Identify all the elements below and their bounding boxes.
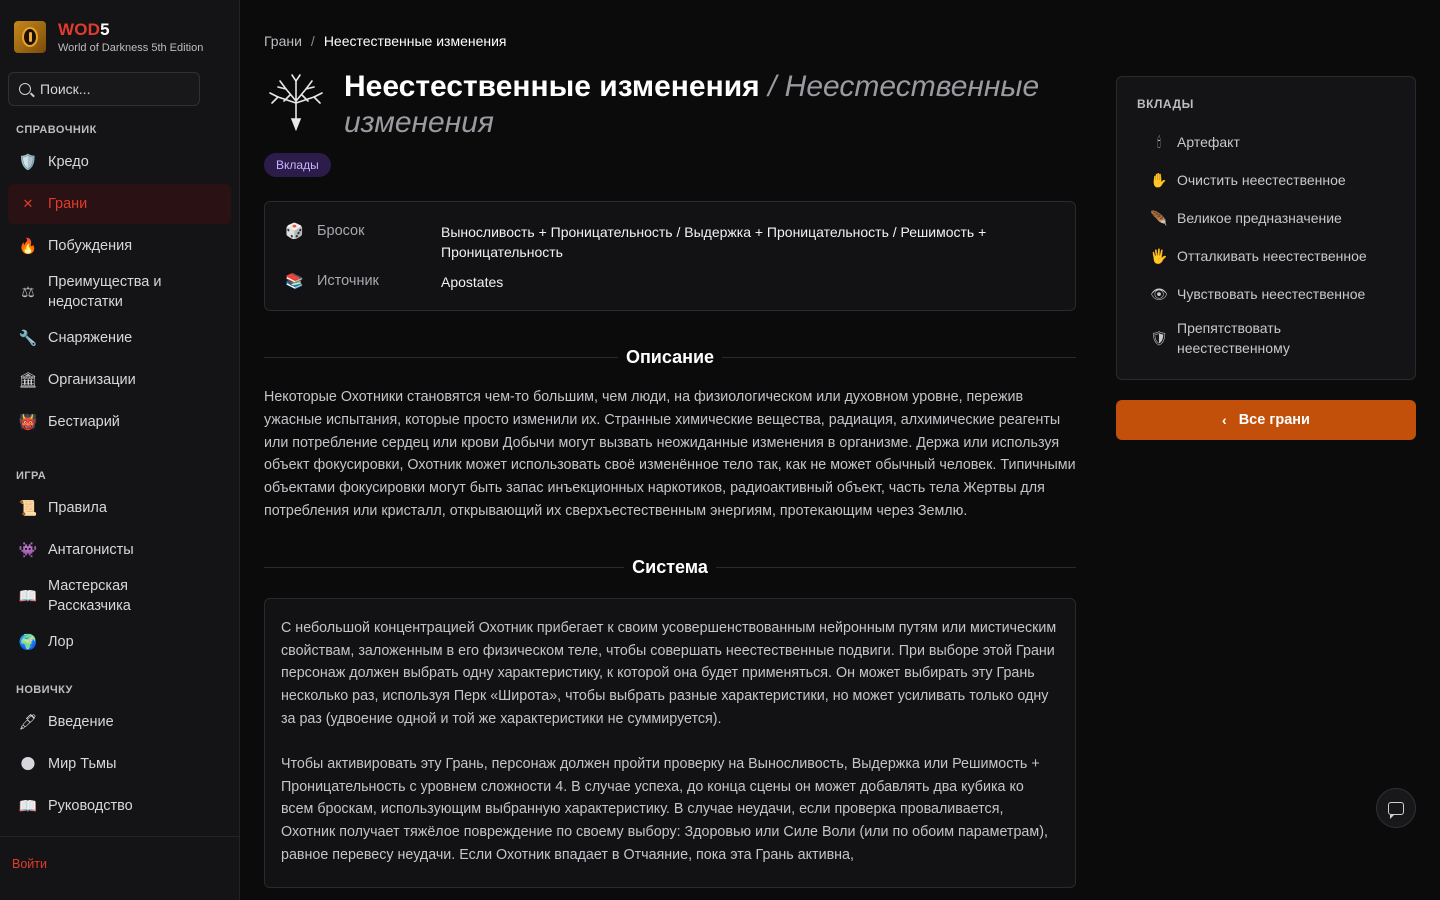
chevron-left-icon: ‹: [1222, 412, 1227, 428]
related-edge-repel[interactable]: 🖐 Отталкивать неестественное: [1137, 237, 1395, 275]
demon-icon: 👹: [18, 414, 38, 431]
globe-icon: 🌍: [18, 634, 38, 651]
page-title: Неестественные изменения / Неестественны…: [344, 70, 1040, 139]
roll-label: Бросок: [317, 223, 365, 239]
hand-flame-icon: ✋: [1150, 172, 1168, 188]
sidebar-footer: Войти: [0, 836, 239, 900]
sidebar-item-bestiary[interactable]: 👹 Бестиарий: [8, 402, 231, 442]
all-edges-button[interactable]: ‹ Все грани: [1116, 400, 1416, 440]
system-heading: Система: [264, 557, 1077, 578]
building-icon: 🏛: [18, 372, 38, 389]
shield-icon: 🛡️: [18, 154, 38, 171]
sidebar-item-equipment[interactable]: 🔧 Снаряжение: [8, 318, 231, 358]
shield-icon: 🛡: [1150, 330, 1168, 346]
main-content: Грани / Неестественные изменения Неестес…: [240, 0, 1440, 900]
related-edge-cleanse[interactable]: ✋ Очистить неестественное: [1137, 161, 1395, 199]
open-hand-icon: 🖐: [1150, 248, 1168, 264]
sidebar-item-storyteller[interactable]: 📖 Мастерская Рассказчика: [8, 572, 231, 620]
edge-emblem-icon: [264, 71, 328, 135]
related-edge-sense[interactable]: 👁 Чувствовать неестественное: [1137, 275, 1395, 313]
breadcrumb-current: Неестественные изменения: [323, 33, 507, 49]
book-icon: 📖: [18, 588, 38, 605]
description-text: Некоторые Охотники становятся чем-то бол…: [264, 389, 1076, 519]
roll-value: Выносливость + Проницательность / Выдерж…: [441, 224, 987, 260]
brand[interactable]: WOD5 World of Darkness 5th Edition: [0, 0, 239, 68]
sidebar-item-organizations[interactable]: 🏛 Организации: [8, 360, 231, 400]
nav-section-title: СПРАВОЧНИК: [16, 124, 97, 136]
description-heading: Описание: [264, 347, 1077, 368]
books-icon: 📚: [285, 273, 304, 290]
sidebar-item-merits-flaws[interactable]: ⚖ Преимущества и недостатки: [8, 268, 231, 316]
sidebar-item-antagonists[interactable]: 👾 Антагонисты: [8, 530, 231, 570]
breadcrumb-parent[interactable]: Грани: [264, 33, 302, 49]
nav-section-title: ИГРА: [16, 470, 47, 482]
brand-subtitle: World of Darkness 5th Edition: [58, 42, 204, 54]
related-edge-thwart[interactable]: 🛡 Препятствовать неестественному: [1137, 313, 1395, 363]
chat-button[interactable]: [1376, 788, 1416, 828]
chalice-icon: 🕯: [1157, 134, 1161, 150]
moon-icon: 🌑: [20, 756, 36, 773]
sidebar-item-guide[interactable]: 📖 Руководство: [8, 786, 231, 826]
crossed-swords-icon: ✕: [22, 196, 34, 211]
system-paragraph: С небольшой концентрацией Охотник прибег…: [281, 619, 1057, 727]
quill-icon: 🖋: [18, 714, 38, 731]
sidebar-item-intro[interactable]: 🖋 Введение: [8, 702, 231, 742]
related-edge-artifact[interactable]: 🕯 Артефакт: [1137, 123, 1395, 161]
dice-icon: 🎲: [285, 223, 304, 240]
related-edge-destiny[interactable]: 🪶 Великое предназначение: [1137, 199, 1395, 237]
feather-icon: 🪶: [1150, 210, 1168, 226]
wrench-icon: 🔧: [18, 330, 38, 347]
scales-icon: ⚖: [21, 284, 35, 301]
sidebar: WOD5 World of Darkness 5th Edition СПРАВ…: [0, 0, 240, 900]
sidebar-item-lore[interactable]: 🌍 Лор: [8, 622, 231, 662]
system-box: С небольшой концентрацией Охотник прибег…: [264, 597, 1076, 888]
source-label: Источник: [317, 273, 379, 289]
nav-section-title: НОВИЧКУ: [16, 684, 73, 696]
info-box: 🎲 Бросок Выносливость + Проницательность…: [264, 201, 1076, 311]
login-link[interactable]: Войти: [12, 857, 47, 871]
info-row-source: 📚 Источник Apostates: [285, 272, 1055, 292]
eye-hand-icon: 👁: [1150, 286, 1168, 302]
search-icon: [19, 83, 31, 95]
sidebar-item-credo[interactable]: 🛡️ Кредо: [8, 142, 231, 182]
page-header: Неестественные изменения / Неестественны…: [264, 69, 1076, 141]
book-icon: 📖: [18, 798, 38, 815]
fire-icon: 🔥: [18, 238, 38, 255]
search-input[interactable]: [40, 81, 180, 97]
sidebar-item-rules[interactable]: 📜 Правила: [8, 488, 231, 528]
brand-title: WOD5: [58, 20, 110, 39]
right-panel: ВКЛАДЫ 🕯 Артефакт ✋ Очистить неестествен…: [1116, 76, 1416, 440]
category-badge: Вклады: [264, 153, 331, 177]
related-edges-title: ВКЛАДЫ: [1137, 97, 1194, 111]
info-row-roll: 🎲 Бросок Выносливость + Проницательность…: [285, 222, 1055, 262]
related-edges-card: ВКЛАДЫ 🕯 Артефакт ✋ Очистить неестествен…: [1116, 76, 1416, 380]
scroll-icon: 📜: [18, 500, 38, 517]
sidebar-item-world-of-darkness[interactable]: 🌑 Мир Тьмы: [8, 744, 231, 784]
breadcrumb: Грани / Неестественные изменения: [264, 33, 1076, 49]
invader-icon: 👾: [18, 542, 38, 559]
breadcrumb-separator: /: [310, 33, 315, 49]
system-paragraph: Чтобы активировать эту Грань, персонаж д…: [281, 755, 1048, 863]
chat-bubble-icon: [1388, 801, 1404, 819]
sidebar-item-drives[interactable]: 🔥 Побуждения: [8, 226, 231, 266]
logo-eye-icon: [14, 21, 46, 53]
source-value: Apostates: [441, 274, 504, 290]
sidebar-item-edges[interactable]: ✕ Грани: [8, 184, 231, 224]
search-box[interactable]: [8, 72, 200, 106]
